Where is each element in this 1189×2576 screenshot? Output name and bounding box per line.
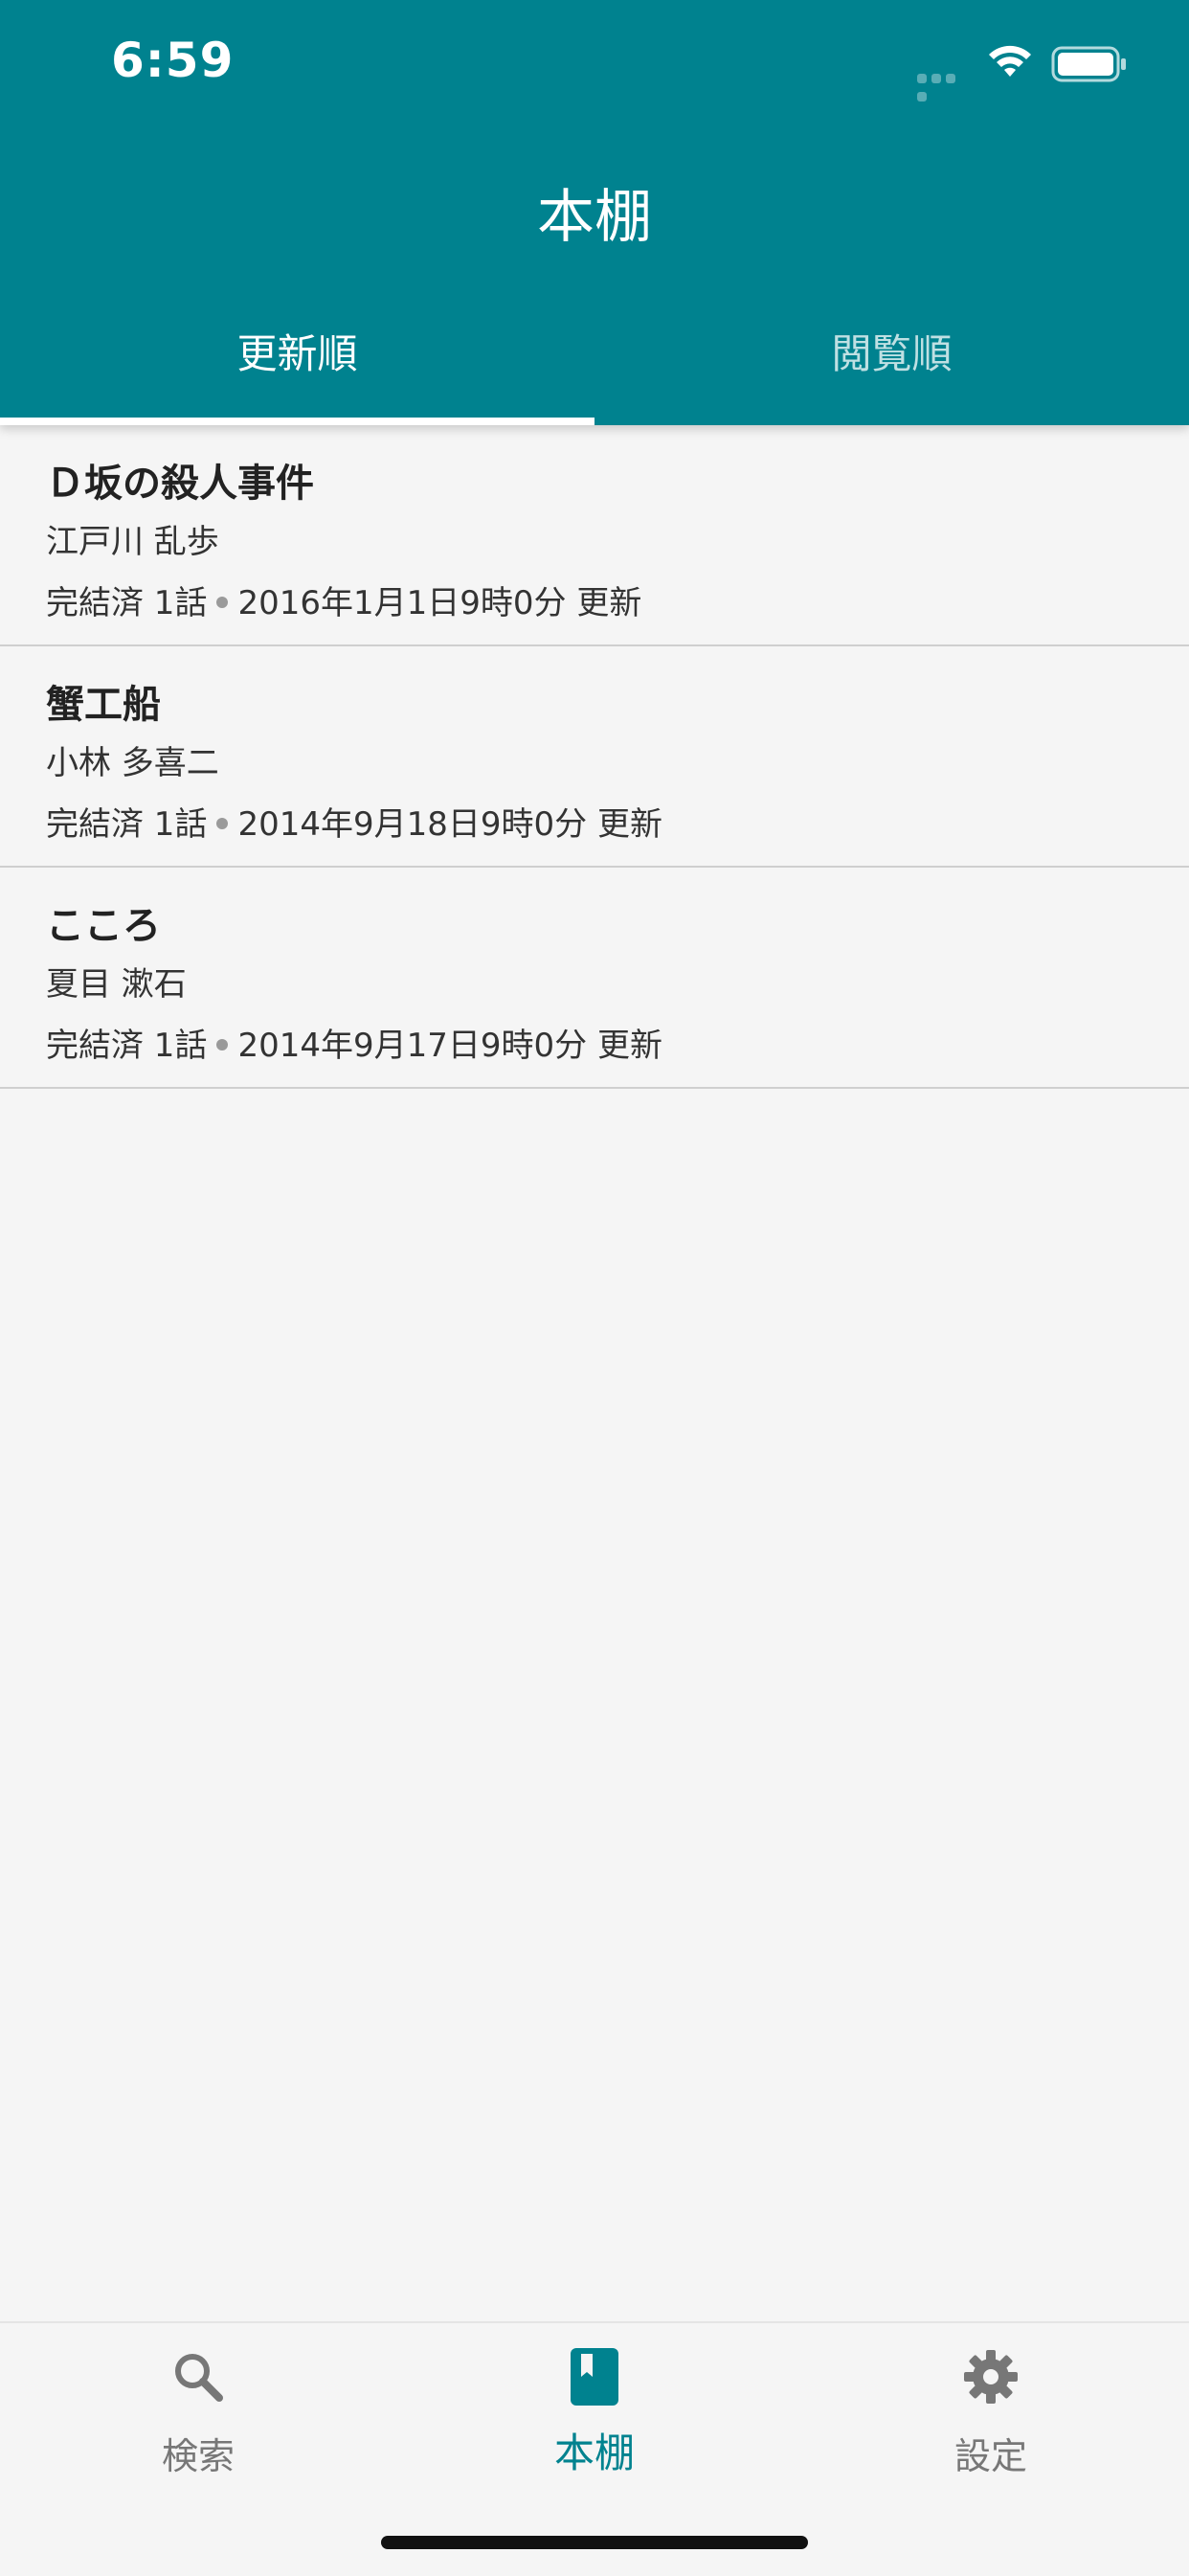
book-updated: 2016年1月1日9時0分 更新 <box>237 584 642 622</box>
status-time: 6:59 <box>111 33 235 88</box>
book-meta: 完結済 1話 2014年9月18日9時0分 更新 <box>46 798 662 845</box>
separator-dot-icon <box>216 1038 229 1051</box>
nav-search[interactable]: 検索 <box>0 2323 396 2515</box>
wifi-icon <box>989 45 1031 77</box>
book-title: Ｄ坂の殺人事件 <box>46 462 314 506</box>
tab-view-order[interactable]: 閲覧順 <box>594 301 1189 425</box>
book-icon <box>571 2348 618 2406</box>
book-updated: 2014年9月17日9時0分 更新 <box>237 1027 662 1065</box>
app-header: 6:59 本棚 更新順 閲覧順 <box>0 0 1189 425</box>
book-meta: 完結済 1話 2016年1月1日9時0分 更新 <box>46 576 641 623</box>
book-status: 完結済 1話 <box>46 584 208 622</box>
separator-dot-icon <box>216 596 229 608</box>
book-status: 完結済 1話 <box>46 1027 208 1065</box>
nav-bookshelf[interactable]: 本棚 <box>396 2323 793 2515</box>
tab-indicator <box>0 418 594 425</box>
search-icon <box>175 2354 223 2402</box>
nav-settings-label: 設定 <box>953 2435 1027 2477</box>
book-meta: 完結済 1話 2014年9月17日9時0分 更新 <box>46 1019 662 1066</box>
gear-icon <box>964 2350 1018 2404</box>
list-item[interactable]: こころ 夏目 漱石 完結済 1話 2014年9月17日9時0分 更新 <box>0 868 1189 1089</box>
book-title: こころ <box>46 904 161 948</box>
battery-icon <box>1051 46 1126 82</box>
book-updated: 2014年9月18日9時0分 更新 <box>237 805 662 844</box>
cellular-signal-icon <box>917 69 973 102</box>
list-item[interactable]: Ｄ坂の殺人事件 江戸川 乱歩 完結済 1話 2016年1月1日9時0分 更新 <box>0 425 1189 646</box>
nav-bookshelf-label: 本棚 <box>553 2429 635 2476</box>
tab-update-order[interactable]: 更新順 <box>0 301 594 425</box>
book-author: 小林 多喜二 <box>46 744 219 782</box>
book-status: 完結済 1話 <box>46 805 208 844</box>
separator-dot-icon <box>216 817 229 829</box>
home-indicator <box>381 2536 808 2549</box>
list-item[interactable]: 蟹工船 小林 多喜二 完結済 1話 2014年9月18日9時0分 更新 <box>0 646 1189 868</box>
nav-search-label: 検索 <box>161 2435 235 2477</box>
book-list: Ｄ坂の殺人事件 江戸川 乱歩 完結済 1話 2016年1月1日9時0分 更新 蟹工… <box>0 425 1189 1089</box>
nav-settings[interactable]: 設定 <box>793 2323 1189 2515</box>
book-title: 蟹工船 <box>46 683 161 727</box>
page-title: 本棚 <box>537 184 652 251</box>
book-author: 江戸川 乱歩 <box>46 523 219 561</box>
book-author: 夏目 漱石 <box>46 965 187 1004</box>
tab-bar: 更新順 閲覧順 <box>0 301 1189 425</box>
